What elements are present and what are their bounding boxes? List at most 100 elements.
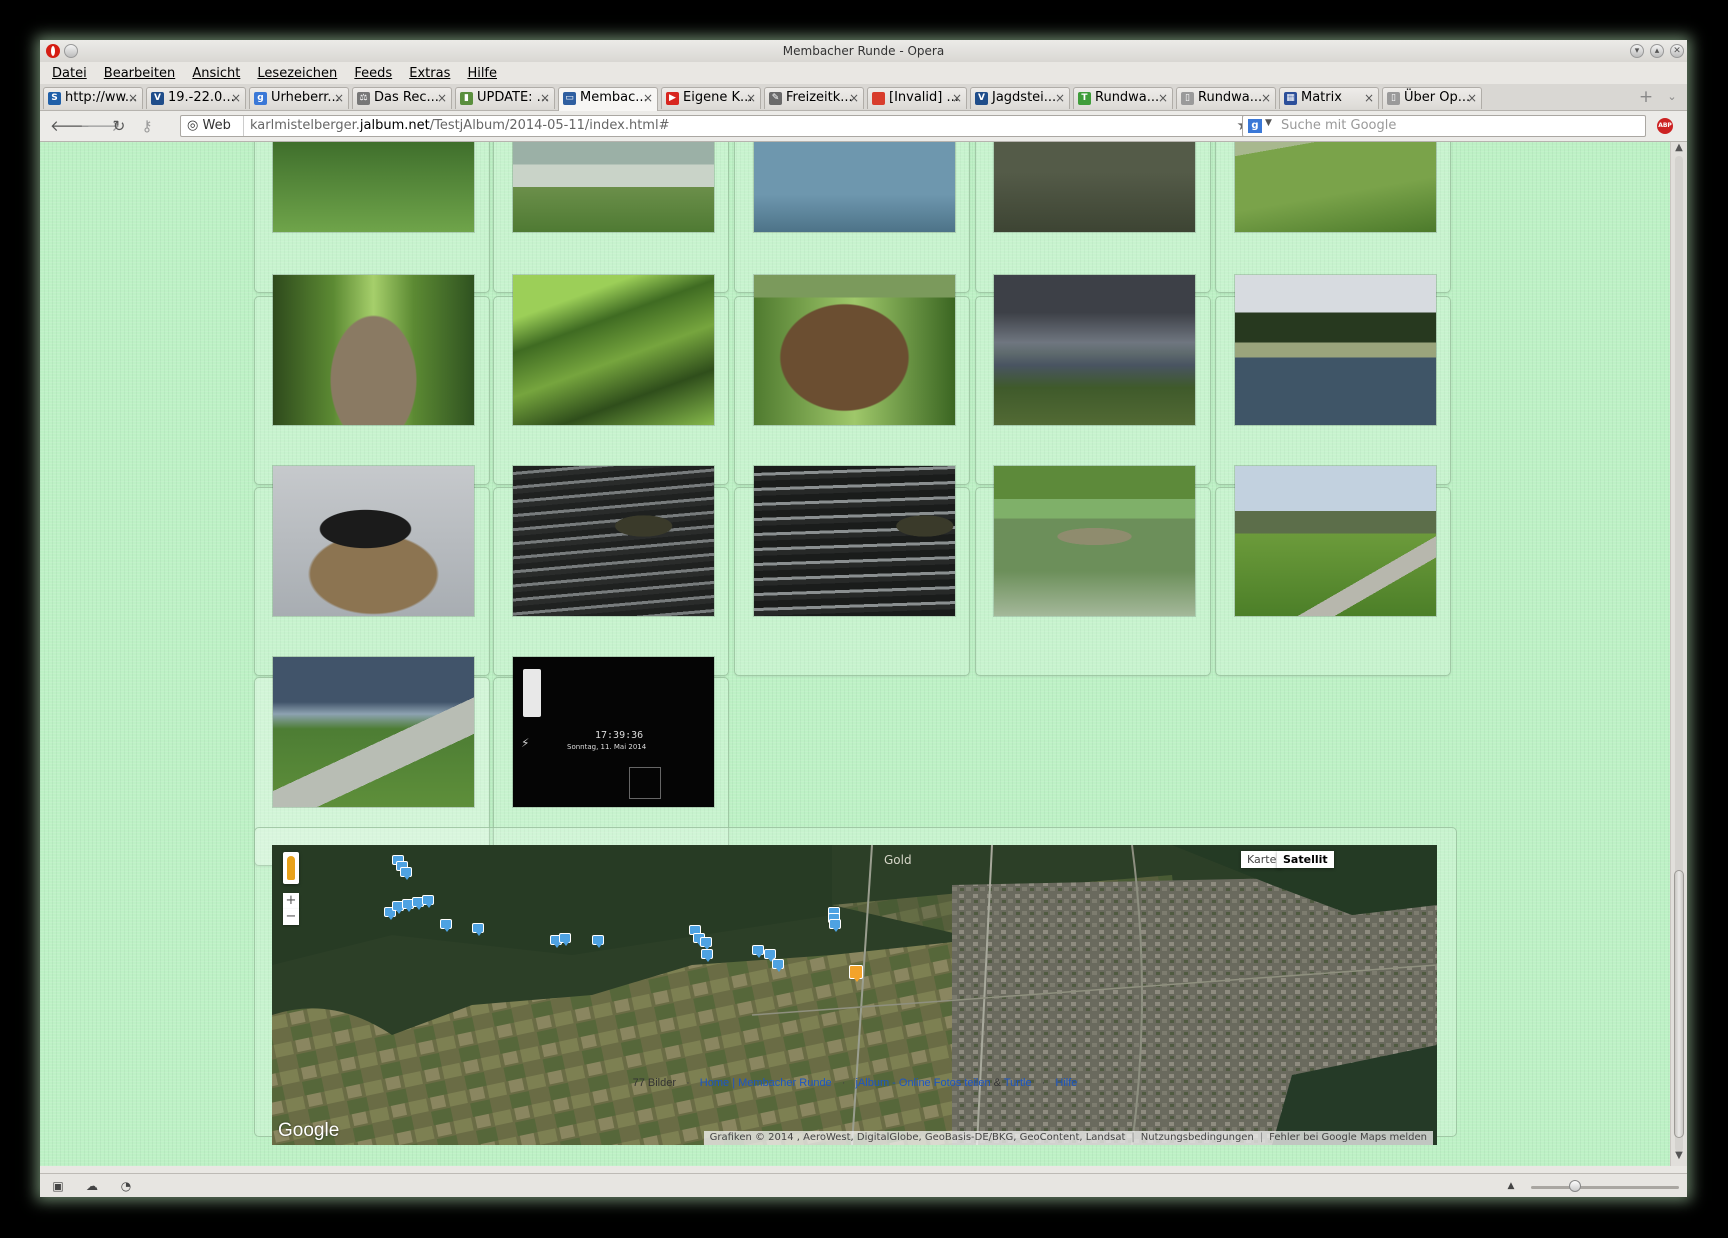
photo-thumbnail[interactable] xyxy=(513,275,714,425)
map-marker-icon[interactable] xyxy=(472,923,484,936)
tab-4[interactable]: ⚖ Das Rec... × xyxy=(352,87,452,109)
map-type-satellit-button[interactable]: Satellit xyxy=(1277,851,1334,868)
vertical-scrollbar[interactable]: ▲ ▼ xyxy=(1670,142,1687,1166)
map-zoom-in-button[interactable]: + xyxy=(283,893,299,909)
minimize-button[interactable]: ▾ xyxy=(1630,44,1644,58)
photo-thumbnail[interactable] xyxy=(273,142,474,232)
google-search-icon[interactable]: g xyxy=(1248,119,1262,133)
map-marker-icon[interactable] xyxy=(559,933,571,946)
photo-thumbnail[interactable] xyxy=(1235,466,1436,616)
tab-list-chevron-icon[interactable]: ⌄ xyxy=(1664,89,1680,105)
zoom-slider-track[interactable] xyxy=(1531,1186,1679,1189)
reload-icon[interactable]: ↻ xyxy=(110,117,128,135)
tab-9[interactable]: [Invalid] ... × xyxy=(867,87,967,109)
tab-close-icon[interactable]: × xyxy=(231,88,241,108)
tab-close-icon[interactable]: × xyxy=(128,88,138,108)
tab-close-icon[interactable]: × xyxy=(334,88,344,108)
menu-datei[interactable]: Datei xyxy=(52,63,87,85)
map-marker-icon[interactable] xyxy=(440,919,452,932)
scrollbar-thumb[interactable] xyxy=(1674,870,1684,1138)
tab-2[interactable]: V 19.-22.0... × xyxy=(146,87,246,109)
turtle-link[interactable]: Turtle xyxy=(1004,1077,1032,1089)
map-zoom-out-button[interactable]: − xyxy=(283,909,299,925)
menu-ansicht[interactable]: Ansicht xyxy=(192,63,240,85)
tab-close-icon[interactable]: × xyxy=(1261,88,1271,108)
back-arrow-icon[interactable]: 🡐 xyxy=(50,117,90,135)
photo-thumbnail[interactable] xyxy=(513,466,714,616)
menu-bearbeiten[interactable]: Bearbeiten xyxy=(104,63,175,85)
tab-close-icon[interactable]: × xyxy=(849,88,859,108)
adblock-plus-icon[interactable]: ABP xyxy=(1657,118,1673,134)
photo-thumbnail-screen[interactable]: 17:39:36 Sonntag, 11. Mai 2014 ⚡ xyxy=(513,657,714,807)
tab-10[interactable]: V Jagdstei... × xyxy=(970,87,1070,109)
map-terms-link[interactable]: Nutzungsbedingungen xyxy=(1138,1132,1257,1143)
photo-thumbnail[interactable] xyxy=(754,466,955,616)
new-tab-button[interactable]: + xyxy=(1638,89,1654,106)
photo-thumbnail[interactable] xyxy=(994,142,1195,232)
map-marker-icon[interactable] xyxy=(422,895,434,908)
photo-thumbnail[interactable] xyxy=(273,466,474,616)
current-location-marker-icon[interactable] xyxy=(849,965,863,982)
zoom-up-arrow-icon[interactable]: ▲ xyxy=(1503,1178,1519,1194)
maximize-button[interactable]: ▴ xyxy=(1650,44,1664,58)
tab-13[interactable]: ▦ Matrix × xyxy=(1279,87,1379,109)
menu-hilfe[interactable]: Hilfe xyxy=(467,63,497,85)
map-marker-icon[interactable] xyxy=(764,949,776,962)
web-security-label[interactable]: ◎ Web xyxy=(187,118,231,133)
pegman-icon[interactable] xyxy=(283,852,299,884)
google-map[interactable]: Karte Satellit + − Gold Google Grafiken … xyxy=(272,845,1437,1145)
map-marker-icon[interactable] xyxy=(829,919,841,932)
tab-14[interactable]: ▯ Über Op... × xyxy=(1382,87,1482,109)
tab-close-icon[interactable]: × xyxy=(1158,88,1168,108)
photo-thumbnail[interactable] xyxy=(1235,142,1436,232)
photo-thumbnail[interactable] xyxy=(273,657,474,807)
map-marker-icon[interactable] xyxy=(701,949,713,962)
photo-thumbnail[interactable] xyxy=(754,142,955,232)
url-field[interactable]: ◎ Web karlmistelberger.jalbum.net/TestjA… xyxy=(180,115,1257,137)
photo-thumbnail[interactable] xyxy=(273,275,474,425)
menu-lesezeichen[interactable]: Lesezeichen xyxy=(257,63,337,85)
tab-3[interactable]: g Urheberr... × xyxy=(249,87,349,109)
map-report-link[interactable]: Fehler bei Google Maps melden xyxy=(1266,1132,1430,1143)
photo-thumbnail[interactable] xyxy=(994,275,1195,425)
turbo-icon[interactable]: ◔ xyxy=(118,1178,134,1194)
google-logo[interactable]: Google xyxy=(278,1120,339,1142)
tab-8[interactable]: ✎ Freizeitk... × xyxy=(764,87,864,109)
menu-extras[interactable]: Extras xyxy=(409,63,450,85)
unite-cloud-icon[interactable]: ☁ xyxy=(84,1178,100,1194)
zoom-slider-knob[interactable] xyxy=(1569,1180,1581,1192)
tab-close-icon[interactable]: × xyxy=(1467,88,1477,108)
tab-close-icon[interactable]: × xyxy=(1055,88,1065,108)
scroll-up-icon[interactable]: ▲ xyxy=(1671,142,1687,153)
tab-close-icon[interactable]: × xyxy=(437,88,447,108)
tab-12[interactable]: ▯ Rundwa... × xyxy=(1176,87,1276,109)
forward-arrow-icon[interactable]: 🡒 xyxy=(80,117,120,135)
album-link[interactable]: Membacher Runde xyxy=(738,1077,832,1089)
tab-close-icon[interactable]: × xyxy=(540,88,550,108)
scroll-down-icon[interactable]: ▼ xyxy=(1671,1150,1687,1161)
help-link[interactable]: Hilfe xyxy=(1055,1077,1077,1089)
tab-11[interactable]: T Rundwa... × xyxy=(1073,87,1173,109)
tab-close-icon[interactable]: × xyxy=(1364,88,1374,108)
search-engine-dropdown-icon[interactable]: ▼ xyxy=(1265,118,1272,128)
photo-thumbnail[interactable] xyxy=(513,142,714,232)
map-marker-icon[interactable] xyxy=(592,935,604,948)
tab-close-icon[interactable]: × xyxy=(746,88,756,108)
map-marker-icon[interactable] xyxy=(700,937,712,950)
wand-key-icon[interactable]: ⚷ xyxy=(138,117,156,135)
photo-thumbnail[interactable] xyxy=(1235,275,1436,425)
close-window-button[interactable]: ✕ xyxy=(1670,44,1684,58)
tab-5[interactable]: ▮ UPDATE: ... × xyxy=(455,87,555,109)
photo-thumbnail[interactable] xyxy=(994,466,1195,616)
home-link[interactable]: Home xyxy=(700,1077,729,1089)
map-marker-icon[interactable] xyxy=(752,945,764,958)
jalbum-link[interactable]: jAlbum - Online Fotos teilen xyxy=(855,1077,990,1089)
tab-close-icon[interactable]: × xyxy=(643,88,653,108)
tab-6[interactable]: ▭ Membac... × xyxy=(558,87,658,111)
map-marker-icon[interactable] xyxy=(772,959,784,972)
search-field[interactable]: g ▼ Suche mit Google xyxy=(1242,115,1646,137)
menu-feeds[interactable]: Feeds xyxy=(354,63,392,85)
tab-7[interactable]: ▶ Eigene K... × xyxy=(661,87,761,109)
map-marker-icon[interactable] xyxy=(400,867,412,880)
panel-toggle-icon[interactable]: ▣ xyxy=(50,1178,66,1194)
